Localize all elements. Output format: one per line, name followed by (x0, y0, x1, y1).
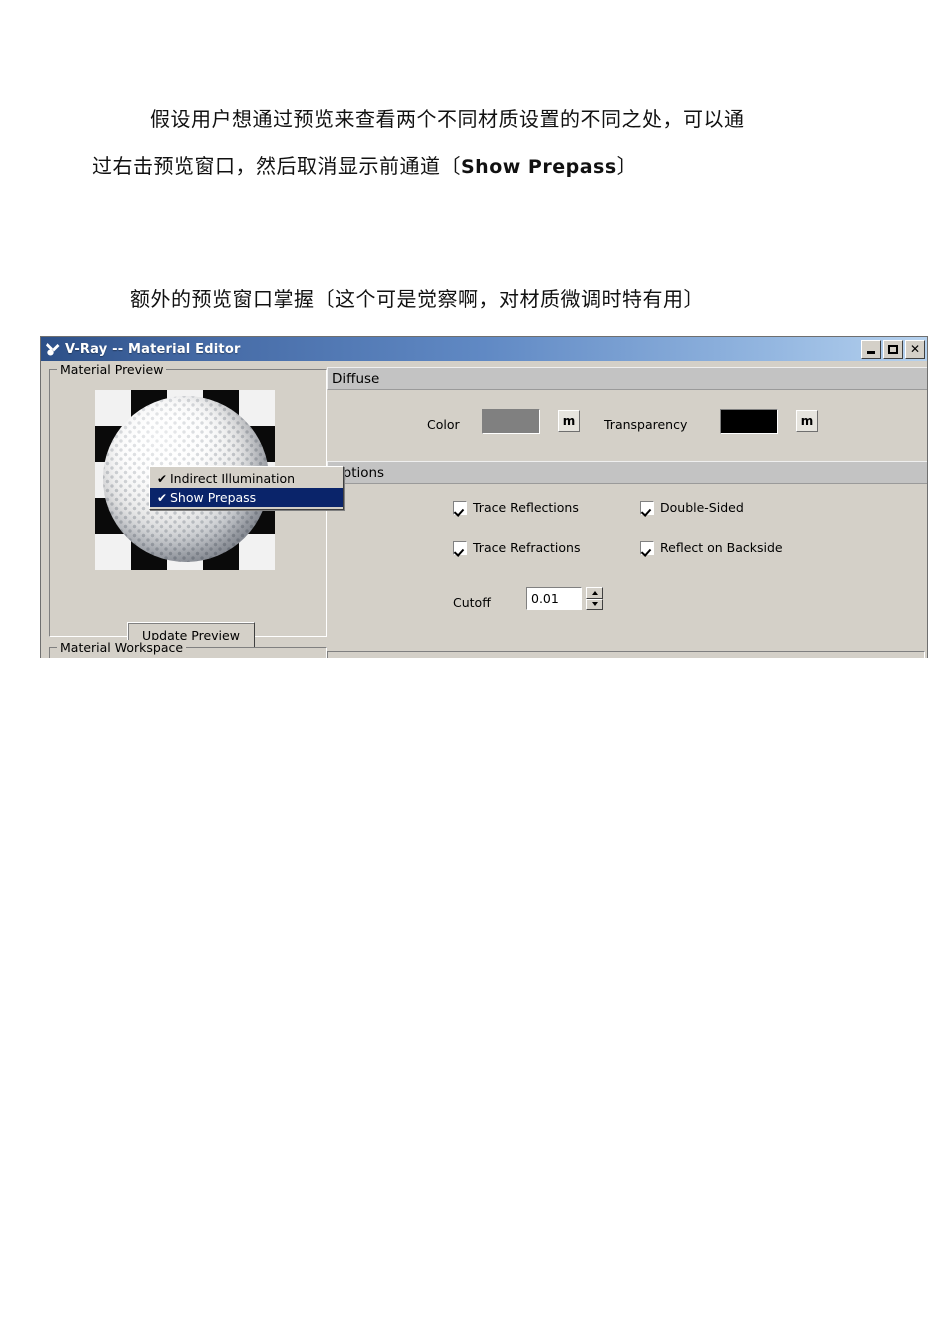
cutoff-spinner-up[interactable] (586, 587, 603, 599)
checkbox-reflect-on-backside[interactable]: Reflect on Backside (640, 540, 783, 555)
document-paragraph-2: 额外的预览窗口掌握〔这个可是觉察啊，对材质微调时特有用〕 (130, 287, 704, 311)
checkbox-icon (640, 500, 654, 515)
chevron-up-icon (591, 590, 598, 595)
close-button[interactable]: ✕ (905, 339, 925, 359)
cutoff-spinner[interactable] (586, 587, 603, 610)
checkbox-trace-reflections[interactable]: Trace Reflections (453, 500, 579, 515)
show-prepass-emphasis: Show Prepass (461, 156, 617, 178)
paragraph-1-line-2-prefix: 过右击预览窗口，然后取消显示前通道〔 (92, 154, 461, 178)
color-label: Color (427, 417, 460, 432)
section-header-options[interactable]: Options (327, 461, 927, 484)
minimize-icon (867, 351, 875, 354)
transparency-map-button[interactable]: m (796, 410, 818, 432)
menu-item-indirect-illumination-label: Indirect Illumination (170, 471, 296, 486)
vray-material-editor-window: V-Ray -- Material Editor ✕ Material Prev… (40, 336, 928, 658)
close-icon: ✕ (909, 342, 921, 356)
checkbox-icon (640, 540, 654, 555)
window-title-bar[interactable]: V-Ray -- Material Editor ✕ (41, 337, 927, 361)
material-settings-panel: Diffuse Color m Transparency m Options T… (327, 361, 927, 658)
cutoff-value: 0.01 (531, 591, 559, 606)
checkbox-double-sided[interactable]: Double-Sided (640, 500, 744, 515)
maximize-button[interactable] (883, 339, 903, 359)
cutoff-label: Cutoff (453, 595, 491, 610)
diffuse-color-map-button[interactable]: m (558, 410, 580, 432)
paragraph-1-line-2-suffix: 〕 (616, 154, 638, 178)
material-workspace-group-title: Material Workspace (57, 640, 187, 655)
section-header-diffuse[interactable]: Diffuse (327, 367, 927, 390)
checkbox-icon (453, 540, 467, 555)
diffuse-header-label: Diffuse (332, 370, 380, 387)
cutoff-spinner-down[interactable] (586, 598, 603, 610)
menu-item-show-prepass-label: Show Prepass (170, 490, 257, 505)
diffuse-color-map-label: m (562, 414, 576, 428)
window-client-area: Material Preview Update Preview Material… (41, 361, 927, 658)
document-paragraph-1-line-1: 假设用户想通过预览来查看两个不同材质设置的不同之处，可以通 (150, 107, 745, 131)
window-title: V-Ray -- Material Editor (65, 341, 241, 357)
checkbox-trace-reflections-label: Trace Reflections (473, 500, 579, 515)
check-icon: ✔ (156, 471, 168, 486)
cutoff-input[interactable]: 0.01 (526, 587, 582, 610)
vray-logo-icon (46, 343, 60, 356)
diffuse-color-swatch[interactable] (482, 409, 540, 434)
chevron-down-icon (591, 602, 598, 607)
material-workspace-group: Material Workspace (49, 640, 327, 658)
maximize-icon (888, 344, 898, 354)
checkbox-double-sided-label: Double-Sided (660, 500, 744, 515)
material-preview-group-title: Material Preview (57, 362, 167, 377)
checkbox-trace-refractions-label: Trace Refractions (473, 540, 581, 555)
transparency-color-swatch[interactable] (720, 409, 778, 434)
transparency-map-label: m (800, 414, 814, 428)
menu-item-show-prepass[interactable]: ✔ Show Prepass (150, 488, 343, 507)
check-icon: ✔ (156, 490, 168, 505)
checkbox-icon (453, 500, 467, 515)
transparency-label: Transparency (604, 417, 688, 432)
checkbox-reflect-on-backside-label: Reflect on Backside (660, 540, 783, 555)
checkbox-trace-refractions[interactable]: Trace Refractions (453, 540, 580, 555)
preview-context-menu[interactable]: ✔ Indirect Illumination ✔ Show Prepass (149, 466, 344, 510)
panel-bottom-frame (327, 651, 925, 658)
minimize-button[interactable] (861, 339, 881, 359)
document-paragraph-1-line-2: 过右击预览窗口，然后取消显示前通道〔Show Prepass〕 (92, 150, 637, 179)
menu-item-indirect-illumination[interactable]: ✔ Indirect Illumination (150, 469, 343, 488)
